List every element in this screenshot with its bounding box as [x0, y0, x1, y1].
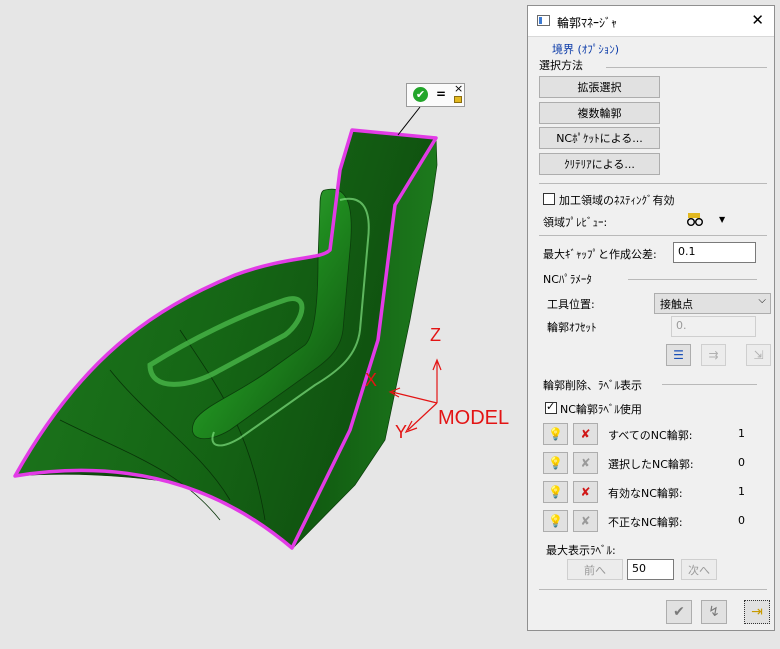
separator [539, 235, 767, 236]
bulb-on-icon[interactable]: 💡 [543, 423, 568, 445]
row-count: 0 [738, 456, 745, 469]
chevron-down-icon: ⌵ [758, 295, 766, 306]
separator [539, 183, 767, 184]
next-button[interactable]: 次へ [681, 559, 717, 580]
row-label: 有効なNC輪郭: [608, 487, 683, 500]
row-label: すべてのNC輪郭: [608, 429, 693, 442]
contour-export-icon-button[interactable]: ⇲ [746, 344, 771, 366]
boundary-heading: 境界 (ｵﾌﾟｼｮﾝ) [552, 43, 620, 56]
tool-position-select[interactable]: 接触点 ⌵ [654, 293, 771, 314]
prev-button[interactable]: 前へ [567, 559, 623, 580]
bulb-on-icon[interactable]: 💡 [543, 481, 568, 503]
popup-leader [397, 106, 421, 136]
use-nc-label-label: NC輪郭ﾗﾍﾞﾙ使用 [560, 403, 642, 416]
nesting-label: 加工領域のﾈｽﾃｨﾝｸﾞ有効 [559, 194, 675, 207]
separator [662, 384, 757, 385]
row-count: 1 [738, 485, 745, 498]
delete-x-icon[interactable]: ✘ [573, 452, 598, 474]
app-icon [537, 15, 550, 26]
nc-params-heading: NCﾊﾟﾗﾒｰﾀ [543, 273, 592, 286]
preview-label: 領域ﾌﾟﾚﾋﾞｭｰ: [543, 216, 608, 229]
model-label: MODEL [438, 407, 510, 429]
close-icon[interactable]: ✕ [751, 11, 764, 29]
popup-equals: = [436, 87, 447, 101]
contour-transfer-icon-button[interactable]: ⇉ [701, 344, 726, 366]
by-criteria-button[interactable]: ｸﾘﾃﾘｱによる... [539, 153, 660, 175]
separator [628, 279, 757, 280]
preview-glasses-icon[interactable] [686, 213, 704, 227]
extended-select-button[interactable]: 拡張選択 [539, 76, 660, 98]
delete-x-icon[interactable]: ✘ [573, 423, 598, 445]
model-viewport[interactable]: Z X Y MODEL ✔ = × [0, 0, 527, 646]
exit-icon[interactable]: ⇥ [744, 600, 770, 624]
multiple-contours-button[interactable]: 複数輪郭 [539, 102, 660, 124]
row-count: 1 [738, 427, 745, 440]
max-gap-input[interactable]: 0.1 [673, 242, 756, 263]
check-icon[interactable]: ✔ [413, 87, 428, 102]
lock-icon[interactable] [454, 96, 462, 103]
contour-offset-label: 輪郭ｵﾌｾｯﾄ [547, 321, 597, 334]
use-nc-label-checkbox[interactable] [545, 400, 557, 414]
dialog-title: 輪郭ﾏﾈｰｼﾞｬ [557, 16, 618, 30]
nesting-checkbox[interactable] [543, 193, 555, 205]
row-label: 不正なNC輪郭: [608, 516, 683, 529]
selection-method-heading: 選択方法 [539, 59, 583, 72]
row-label: 選択したNC輪郭: [608, 458, 694, 471]
row-count: 0 [738, 514, 745, 527]
popup-close-icon[interactable]: × [454, 82, 463, 95]
separator [606, 67, 767, 68]
contour-list-icon-button[interactable]: ☰ [666, 344, 691, 366]
model-main-surface [14, 129, 437, 549]
max-label-input[interactable]: 50 [627, 559, 674, 580]
contour-offset-input[interactable]: 0. [671, 316, 756, 337]
delete-label-heading: 輪郭削除、ﾗﾍﾞﾙ表示 [543, 379, 642, 392]
axis-x-label: X [365, 370, 378, 390]
delete-x-icon[interactable]: ✘ [573, 481, 598, 503]
max-gap-label: 最大ｷﾞｬｯﾌﾟと作成公差: [543, 248, 657, 261]
tool-position-value: 接触点 [660, 298, 693, 311]
apply-icon[interactable]: ↯ [701, 600, 727, 624]
delete-x-icon[interactable]: ✘ [573, 510, 598, 532]
ok-check-icon[interactable]: ✔ [666, 600, 692, 624]
axis-z-label: Z [430, 325, 441, 345]
contour-manager-dialog: 輪郭ﾏﾈｰｼﾞｬ ✕ 境界 (ｵﾌﾟｼｮﾝ) 選択方法 拡張選択 複数輪郭 NC… [527, 5, 775, 631]
axis-y-label: Y [395, 422, 408, 442]
max-label-heading: 最大表示ﾗﾍﾞﾙ: [546, 544, 616, 557]
by-nc-pocket-button[interactable]: NCﾎﾟｹｯﾄによる... [539, 127, 660, 149]
bulb-off-icon[interactable]: 💡 [543, 510, 568, 532]
dialog-titlebar[interactable]: 輪郭ﾏﾈｰｼﾞｬ ✕ [528, 6, 774, 37]
tool-position-label: 工具位置: [547, 298, 595, 311]
bulb-off-icon[interactable]: 💡 [543, 452, 568, 474]
preview-dropdown-arrow[interactable]: ▼ [719, 215, 725, 224]
contour-popup[interactable]: ✔ = × [406, 82, 465, 107]
separator [539, 589, 767, 590]
